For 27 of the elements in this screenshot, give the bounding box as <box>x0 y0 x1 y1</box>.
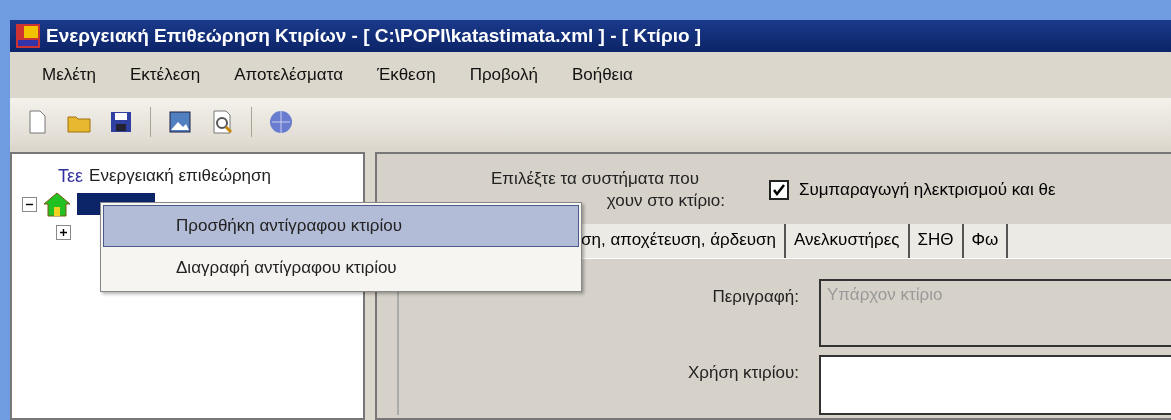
input-field[interactable] <box>819 355 1171 415</box>
image-icon[interactable] <box>167 109 193 135</box>
app-icon <box>16 24 40 48</box>
menu-item[interactable]: Αποτελέσματα <box>234 65 343 85</box>
tee-logo: Τεε <box>57 165 84 187</box>
systems-label: χουν στο κτίριο: <box>606 190 725 212</box>
window-title: Ενεργειακή Επιθεώρηση Κτιρίων - [ C:\POPI\katastimata.xml ] - [ Κτίριο ] <box>46 25 702 47</box>
tab[interactable]: ΣΗΘ <box>909 224 964 258</box>
systems-label: Επιλέξτε τα συστήματα που <box>491 168 699 190</box>
tab[interactable]: Ανελκυστήρες <box>786 224 910 258</box>
house-icon <box>43 191 71 217</box>
checkbox-label: Συμπαραγωγή ηλεκτρισμού και θε <box>799 180 1056 200</box>
field-label: Χρήση κτιρίου: <box>686 362 799 384</box>
menu-item[interactable]: Εκτέλεση <box>130 65 201 85</box>
field-label: Περιγραφή: <box>711 286 799 308</box>
checkbox[interactable] <box>769 180 789 200</box>
save-icon[interactable] <box>108 109 134 135</box>
context-menu-item[interactable]: Προσθήκη αντίγραφου κτιρίου <box>103 205 579 247</box>
menu-item[interactable]: Έκθεση <box>377 65 436 85</box>
tree-item[interactable]: Ενεργειακή επιθεώρηση <box>89 166 271 186</box>
expand-toggle[interactable] <box>56 224 71 240</box>
globe-icon[interactable] <box>268 109 294 135</box>
menu-item[interactable]: Βοήθεια <box>571 65 633 85</box>
collapse-toggle[interactable] <box>22 196 37 212</box>
menu-item[interactable]: Προβολή <box>469 65 538 85</box>
menu-item[interactable]: Μελέτη <box>42 65 96 85</box>
tab[interactable]: Φω <box>963 224 1009 258</box>
